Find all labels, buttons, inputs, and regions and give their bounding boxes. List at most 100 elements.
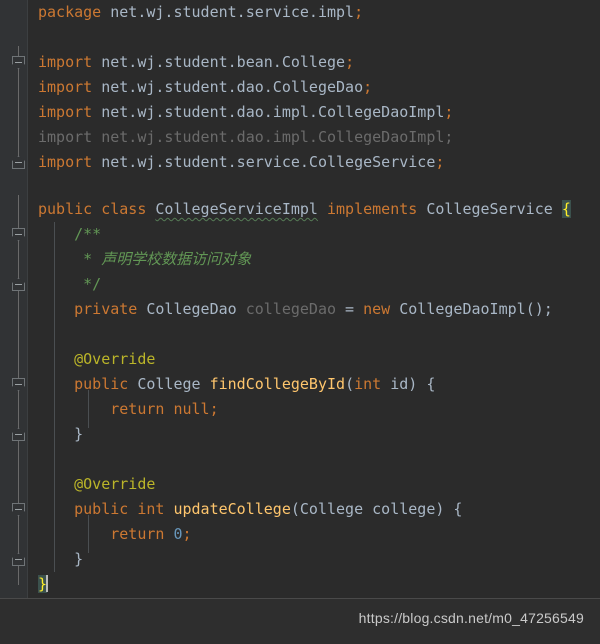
fold-minus-glyph: [15, 284, 22, 285]
code-line[interactable]: return null;: [28, 397, 218, 422]
code-line[interactable]: public class CollegeServiceImpl implemen…: [28, 197, 571, 222]
code-line[interactable]: [28, 25, 38, 50]
code-token: id: [390, 375, 409, 393]
code-line[interactable]: * 声明学校数据访问对象: [28, 247, 251, 272]
code-token: ;: [435, 153, 445, 171]
code-token: return: [110, 525, 165, 543]
code-line-text: private CollegeDao collegeDao = new Coll…: [28, 300, 553, 318]
fold-minus-glyph: [15, 62, 22, 63]
code-line[interactable]: package net.wj.student.service.impl;: [28, 0, 363, 25]
code-token: null: [173, 400, 210, 418]
code-line[interactable]: }: [28, 547, 83, 572]
code-line-text: import net.wj.student.bean.College;: [28, 53, 354, 71]
code-line[interactable]: return 0;: [28, 522, 191, 547]
code-token: college: [372, 500, 436, 518]
code-editor-screenshot: package net.wj.student.service.impl; impo…: [0, 0, 600, 644]
code-token: implements: [327, 200, 418, 218]
code-line-text: import net.wj.student.service.CollegeSer…: [28, 153, 444, 171]
code-token: @Override: [74, 350, 156, 368]
code-line[interactable]: /**: [28, 222, 101, 247]
code-token: ();: [525, 300, 553, 318]
code-line[interactable]: import net.wj.student.dao.impl.CollegeDa…: [28, 125, 453, 150]
code-line-text: return null;: [28, 400, 218, 418]
code-token: ;: [354, 3, 364, 21]
code-token: (: [290, 500, 300, 518]
code-token: *: [38, 250, 102, 268]
code-line[interactable]: import net.wj.student.dao.CollegeDao;: [28, 75, 372, 100]
code-line[interactable]: import net.wj.student.dao.impl.CollegeDa…: [28, 100, 453, 125]
code-token: CollegeServiceImpl: [155, 200, 318, 218]
code-line-text: }: [28, 550, 83, 568]
code-token: net.wj.student.service.CollegeService: [101, 153, 436, 171]
code-line[interactable]: @Override: [28, 472, 155, 497]
code-line-text: public int updateCollege(College college…: [28, 500, 462, 518]
code-line-text: * 声明学校数据访问对象: [28, 250, 251, 268]
code-token: private: [74, 300, 138, 318]
code-token: findCollegeById: [209, 375, 346, 393]
code-line[interactable]: */: [28, 272, 101, 297]
code-line[interactable]: public College findCollegeById(int id) {: [28, 372, 435, 397]
code-line[interactable]: [28, 447, 38, 472]
code-line[interactable]: import net.wj.student.service.CollegeSer…: [28, 150, 444, 175]
code-token: net.wj.student.dao.CollegeDao: [101, 78, 364, 96]
code-token: ) {: [408, 375, 436, 393]
code-token: College: [299, 500, 364, 518]
code-token: 0: [173, 525, 183, 543]
code-line[interactable]: private CollegeDao collegeDao = new Coll…: [28, 297, 553, 322]
fold-minus-glyph: [15, 509, 22, 510]
code-line[interactable]: }: [28, 572, 49, 597]
code-line-text: /**: [28, 225, 101, 243]
code-token: @Override: [74, 475, 156, 493]
code-line-text: }: [28, 575, 49, 593]
code-line[interactable]: import net.wj.student.bean.College;: [28, 50, 354, 75]
code-line[interactable]: public int updateCollege(College college…: [28, 497, 462, 522]
code-token: public: [74, 375, 129, 393]
code-line-text: }: [28, 425, 83, 443]
code-token: ;: [345, 53, 355, 71]
code-token: ;: [444, 103, 454, 121]
code-token: import: [38, 78, 93, 96]
code-token: public: [38, 200, 93, 218]
code-token: updateCollege: [173, 500, 291, 518]
code-token: College: [137, 375, 201, 393]
fold-minus-glyph: [15, 434, 22, 435]
code-token: import: [38, 53, 93, 71]
code-line-text: return 0;: [28, 525, 191, 543]
code-token: CollegeDaoImpl: [399, 300, 526, 318]
code-token: {: [561, 200, 571, 218]
code-token: =: [336, 300, 364, 318]
code-token: ;: [363, 78, 373, 96]
code-line-text: import net.wj.student.dao.CollegeDao;: [28, 78, 372, 96]
code-line[interactable]: @Override: [28, 347, 155, 372]
code-line[interactable]: [28, 322, 38, 347]
code-token: collegeDao: [245, 300, 337, 318]
code-line[interactable]: }: [28, 422, 83, 447]
watermark-url: https://blog.csdn.net/m0_47256549: [358, 610, 584, 626]
code-line-text: public College findCollegeById(int id) {: [28, 375, 435, 393]
code-area[interactable]: package net.wj.student.service.impl; impo…: [28, 0, 600, 598]
fold-minus-glyph: [15, 162, 22, 163]
code-token: }: [38, 425, 84, 443]
